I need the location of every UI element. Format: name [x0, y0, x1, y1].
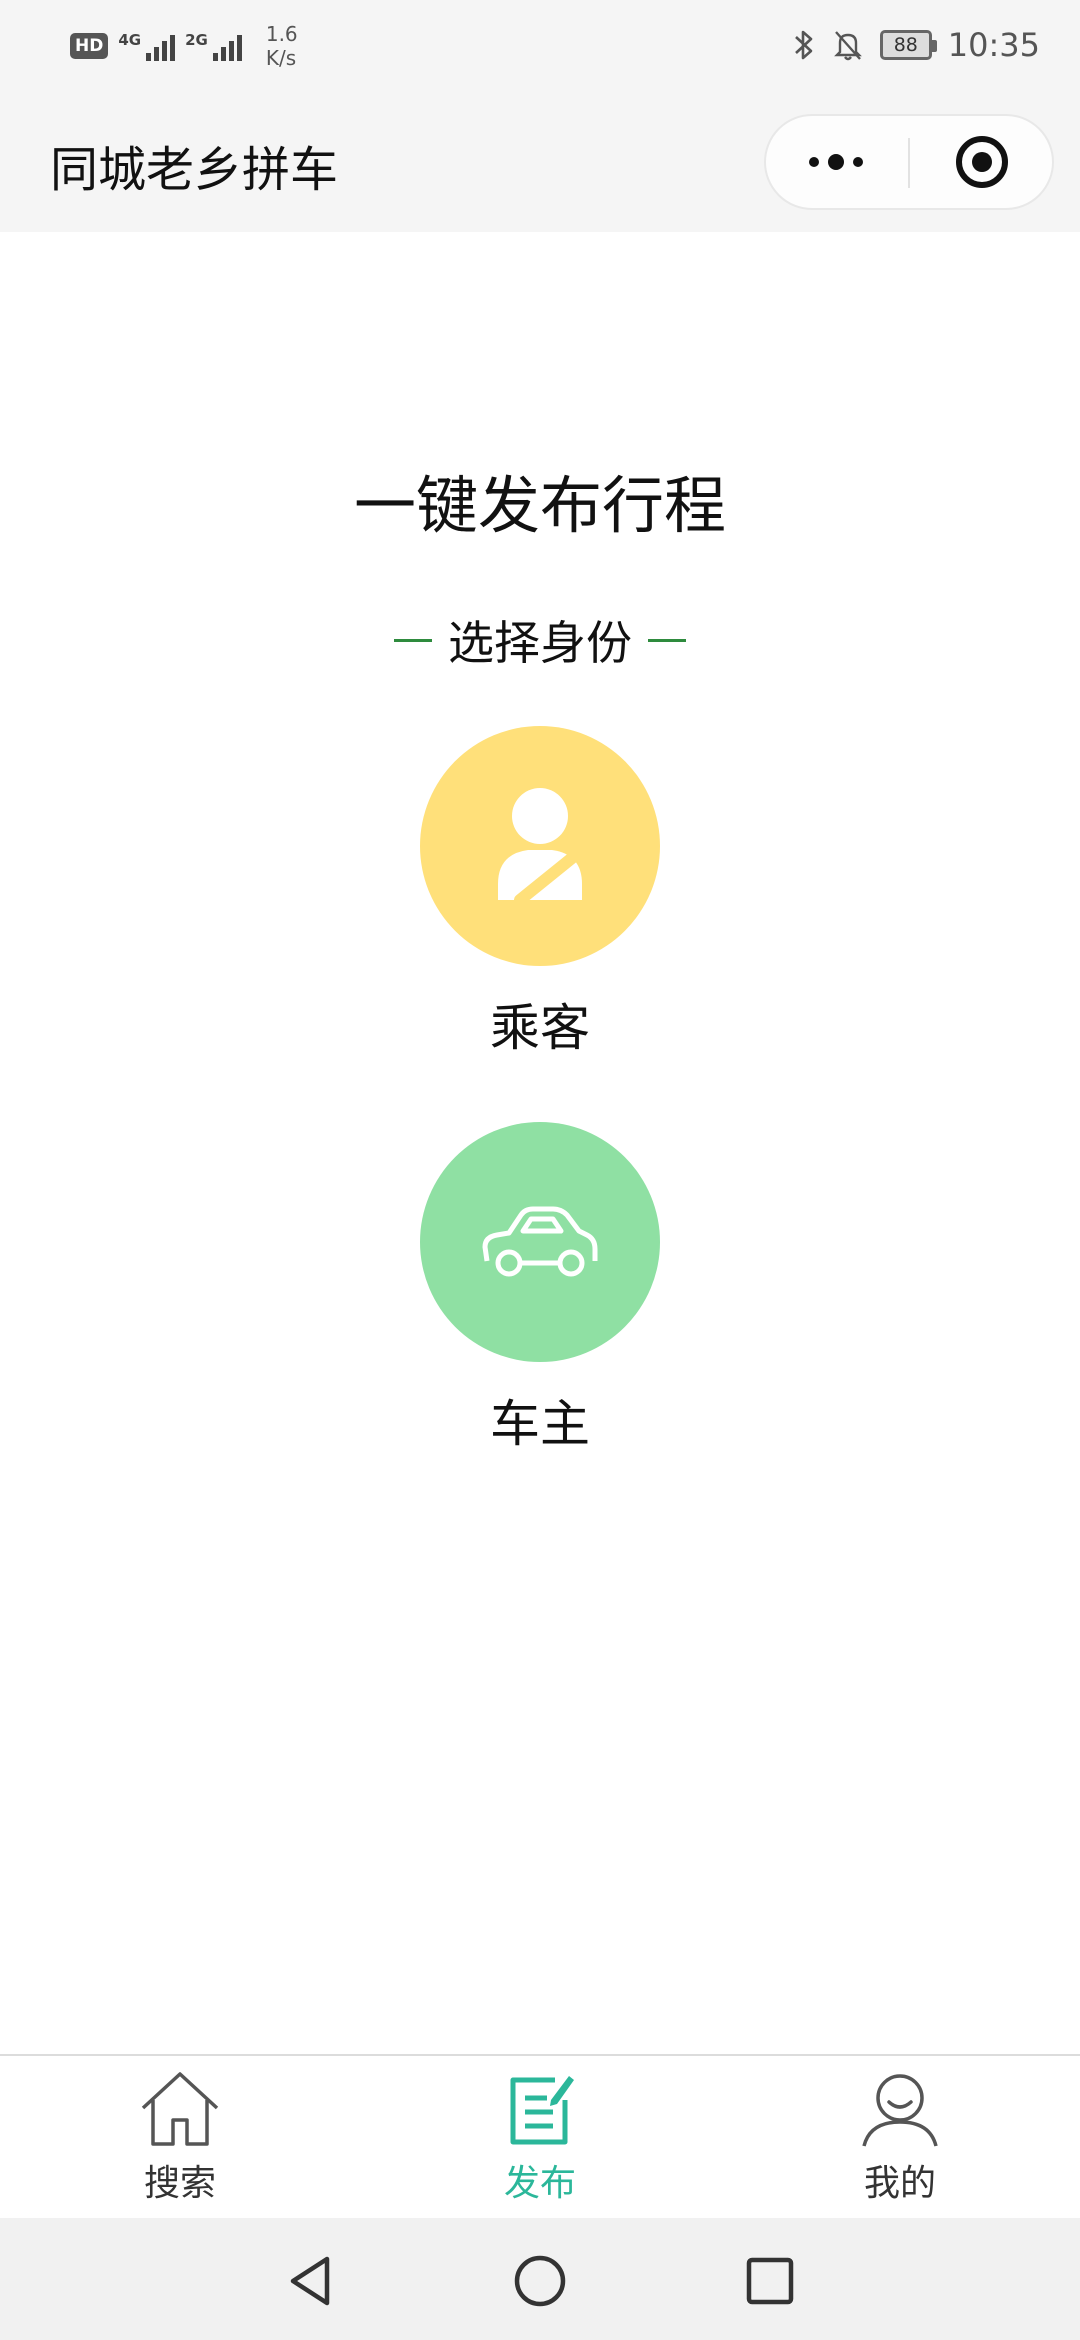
signal-bars-icon: [146, 31, 176, 61]
network-type-2: 2G: [185, 31, 208, 49]
role-passenger: 乘客: [0, 726, 1080, 1060]
menu-capsule: [764, 114, 1054, 210]
target-close-icon: [956, 136, 1008, 188]
user-icon: [862, 2074, 938, 2147]
clock: 10:35: [947, 26, 1040, 64]
app-title: 同城老乡拼车: [50, 142, 339, 198]
hd-badge: HD: [70, 33, 109, 59]
home-button[interactable]: [505, 2246, 575, 2316]
tab-mine-label: 我的: [863, 2163, 936, 2204]
bluetooth-icon: [794, 30, 813, 60]
tab-search-label: 搜索: [143, 2163, 216, 2204]
passenger-icon: [498, 788, 582, 906]
battery-icon: 88: [879, 30, 937, 60]
car-icon: [482, 1206, 598, 1277]
network-type-1: 4G: [118, 31, 142, 49]
role-driver: 车主: [0, 1122, 1080, 1456]
title-bar: 同城老乡拼车: [0, 90, 1080, 232]
signal-bars-icon: [212, 31, 242, 61]
passenger-button[interactable]: [420, 726, 660, 966]
tab-bar: 搜索 发布 我的: [0, 2054, 1080, 2218]
driver-label[interactable]: 车主: [490, 1384, 590, 1456]
page-heading: 一键发布行程: [353, 469, 726, 542]
battery-level: 88: [893, 34, 918, 56]
close-miniprogram-button[interactable]: [912, 116, 1052, 208]
network-speed: 1.6 K/s: [266, 22, 298, 70]
more-button[interactable]: [766, 116, 906, 208]
system-nav-bar: [0, 2218, 1080, 2340]
status-left: HD 4G 2G 1.6 K/s: [70, 16, 298, 76]
tab-search[interactable]: 搜索: [80, 2070, 280, 2206]
section-label-text: 选择身份: [448, 616, 632, 670]
driver-button[interactable]: [420, 1122, 660, 1362]
mute-bell-icon: [833, 31, 862, 61]
divider-line: [648, 638, 686, 642]
section-label: 选择身份: [0, 607, 1080, 673]
signal-1: 4G: [118, 31, 176, 61]
home-icon: [141, 2072, 219, 2146]
speed-value: 1.6: [265, 22, 298, 46]
tab-mine[interactable]: 我的: [800, 2070, 1000, 2206]
status-right: 88 10:35: [792, 20, 1040, 70]
more-dots-icon: [809, 154, 863, 170]
divider-line: [394, 638, 432, 642]
recent-apps-icon: [746, 2257, 794, 2305]
speed-unit: K/s: [265, 46, 297, 70]
back-icon: [290, 2256, 330, 2306]
passenger-label[interactable]: 乘客: [490, 988, 590, 1060]
recent-apps-button[interactable]: [735, 2246, 805, 2316]
home-circle-icon: [514, 2255, 566, 2307]
back-button[interactable]: [275, 2246, 345, 2316]
status-bar: HD 4G 2G 1.6 K/s 88 10:35: [0, 0, 1080, 90]
edit-icon: [510, 2076, 574, 2145]
screen: HD 4G 2G 1.6 K/s 88 10:35 同城老乡拼车 一键发布行程 …: [0, 0, 1080, 2340]
tab-publish-label: 发布: [503, 2163, 576, 2204]
signal-2: 2G: [185, 31, 242, 61]
capsule-divider: [908, 138, 910, 188]
tab-publish[interactable]: 发布: [440, 2070, 640, 2206]
